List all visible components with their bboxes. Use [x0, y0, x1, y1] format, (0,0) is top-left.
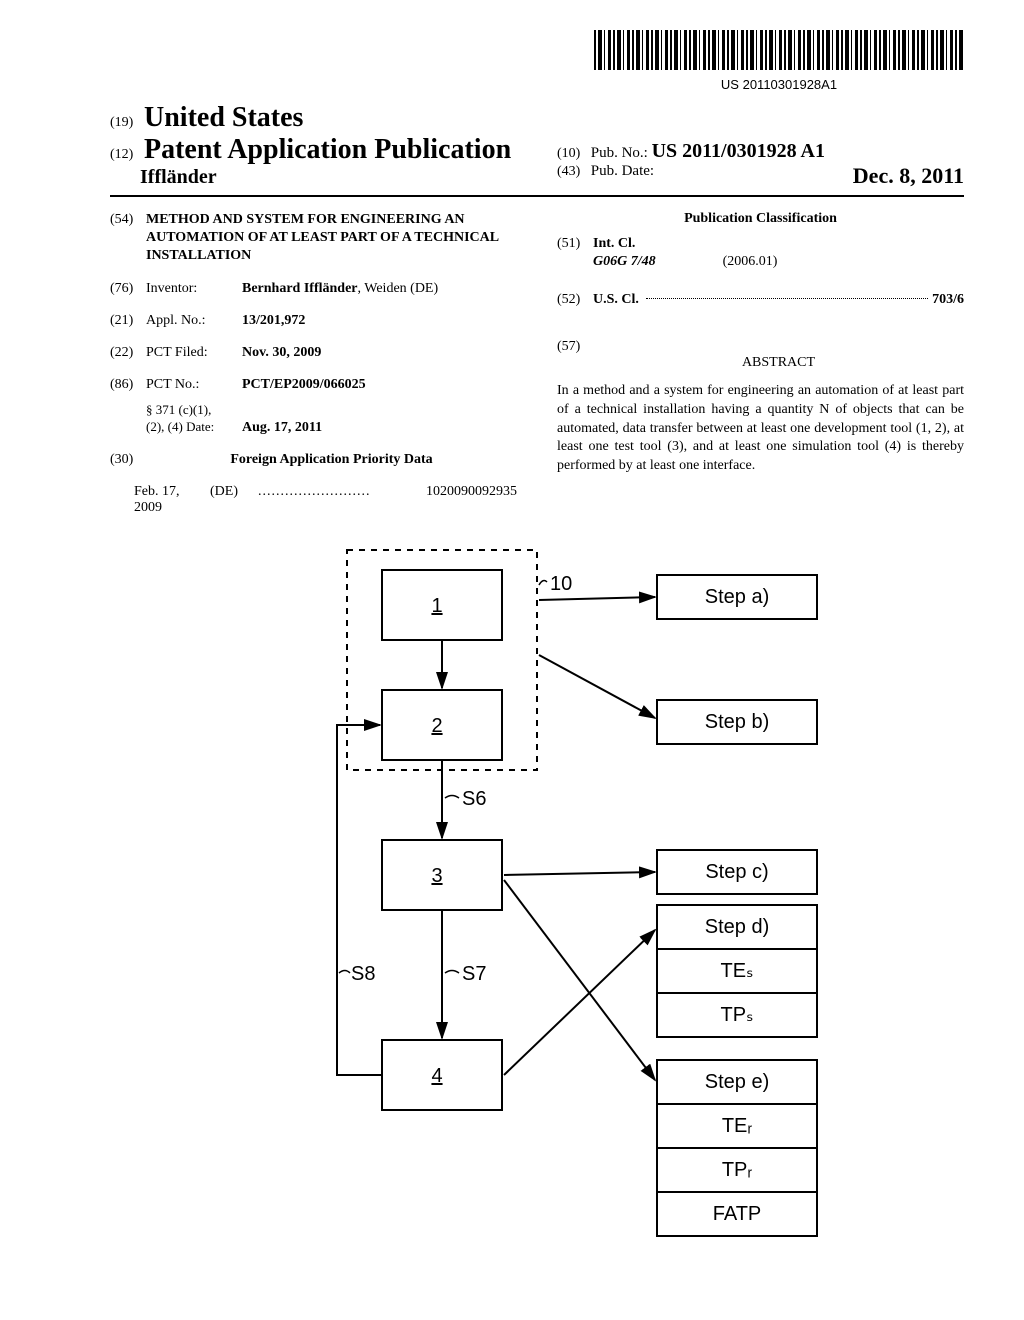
code-43: (43) — [557, 164, 587, 180]
fig-box-3: 3 — [431, 865, 442, 887]
pct-no: PCT/EP2009/066025 — [242, 376, 517, 394]
fig-box-2: 2 — [431, 715, 442, 737]
fig-step-e: Step e) — [705, 1071, 769, 1093]
abstract-heading: ABSTRACT — [593, 354, 964, 372]
fig-step-a: Step a) — [705, 586, 769, 608]
intcl-label: Int. Cl. — [593, 236, 635, 251]
fig-box-1: 1 — [431, 595, 442, 617]
abstract-text: In a method and a system for engineering… — [557, 382, 964, 476]
barcode-text: US 20110301928A1 — [594, 77, 964, 92]
code-22: (22) — [110, 344, 146, 362]
foreign-priority-heading: Foreign Application Priority Data — [146, 451, 517, 469]
fig-label-s6: S6 — [462, 788, 486, 810]
invention-title: METHOD AND SYSTEM FOR ENGINEERING AN AUT… — [146, 211, 517, 266]
fig-tps: TPₛ — [720, 1004, 753, 1026]
code-30: (30) — [110, 451, 146, 469]
inventor-value: Bernhard Iffländer, Weiden (DE) — [242, 280, 517, 298]
appl-no-label: Appl. No.: — [146, 312, 242, 330]
fig-label-10: 10 — [550, 573, 572, 595]
figure-diagram: 10 1 2 S6 3 S7 4 — [217, 540, 857, 1250]
intcl-code: G06G 7/48 — [593, 254, 656, 269]
sec371-label2: (2), (4) Date: — [146, 419, 242, 437]
pub-date-label: Pub. Date: — [591, 163, 654, 179]
pub-date: Dec. 8, 2011 — [853, 163, 964, 189]
uscl-label: U.S. Cl. — [593, 291, 639, 309]
fig-fatp: FATP — [713, 1203, 762, 1225]
pub-no-label: Pub. No.: — [591, 145, 648, 161]
pct-no-label: PCT No.: — [146, 376, 242, 394]
fig-ter: TEᵣ — [722, 1115, 753, 1137]
pct-filed-label: PCT Filed: — [146, 344, 242, 362]
pct-filed: Nov. 30, 2009 — [242, 344, 517, 362]
country: United States — [144, 102, 303, 134]
code-54: (54) — [110, 211, 146, 266]
priority-dots: ......................... — [258, 484, 426, 516]
fig-tpr: TPᵣ — [722, 1159, 753, 1181]
fig-step-b: Step b) — [705, 711, 769, 733]
author-name: Iffländer — [110, 166, 517, 189]
code-76: (76) — [110, 280, 146, 298]
code-51: (51) — [557, 235, 593, 271]
intcl-date: (2006.01) — [723, 254, 778, 269]
code-57: (57) — [557, 338, 593, 378]
priority-date: Feb. 17, 2009 — [110, 484, 210, 516]
fig-step-c: Step c) — [705, 861, 768, 883]
inventor-label: Inventor: — [146, 280, 242, 298]
appl-no: 13/201,972 — [242, 312, 517, 330]
code-10: (10) — [557, 146, 587, 162]
code-52: (52) — [557, 291, 593, 309]
uscl-value: 703/6 — [932, 291, 964, 309]
code-21: (21) — [110, 312, 146, 330]
barcode-area: US 20110301928A1 — [110, 30, 964, 94]
priority-number: 1020090092935 — [426, 484, 517, 516]
fig-box-4: 4 — [431, 1065, 442, 1087]
fig-label-s8: S8 — [351, 963, 375, 985]
code-12: (12) — [110, 147, 140, 163]
sec371-date: Aug. 17, 2011 — [242, 419, 517, 437]
sec371-label1: § 371 (c)(1), — [146, 402, 242, 419]
code-19: (19) — [110, 115, 140, 131]
fig-step-d: Step d) — [705, 916, 769, 938]
divider — [110, 195, 964, 197]
uscl-dots — [646, 298, 928, 299]
code-86: (86) — [110, 376, 146, 394]
pub-no: US 2011/0301928 A1 — [652, 140, 825, 162]
classification-heading: Publication Classification — [557, 211, 964, 227]
fig-tes: TEₛ — [720, 960, 753, 982]
fig-label-s7: S7 — [462, 963, 486, 985]
priority-country: (DE) — [210, 484, 258, 516]
publication-type: Patent Application Publication — [144, 134, 511, 166]
barcode — [594, 30, 964, 70]
